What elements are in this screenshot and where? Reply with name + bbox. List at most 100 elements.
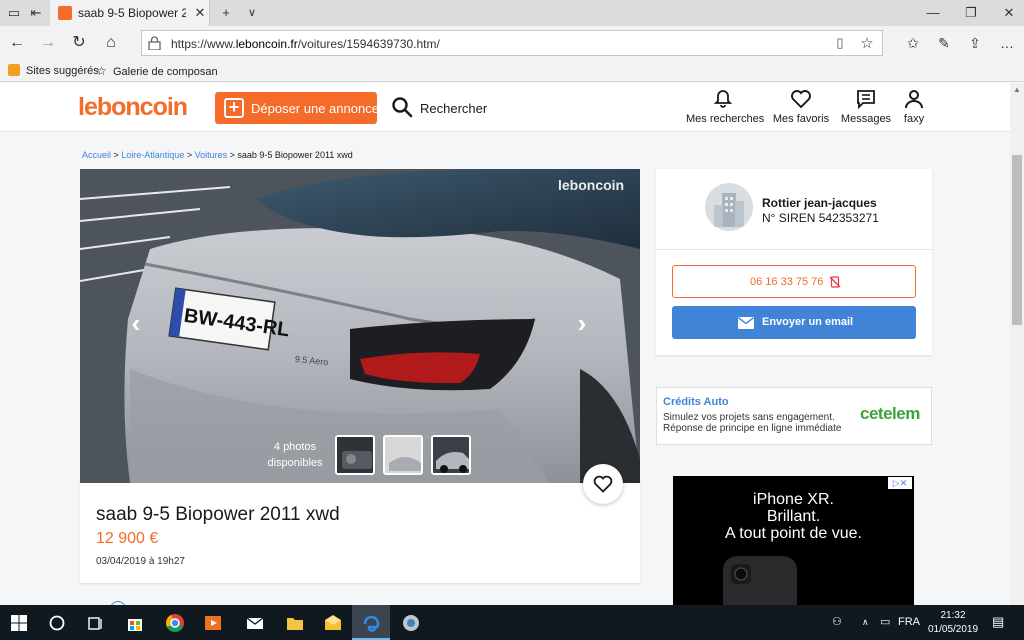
nav-account[interactable]: faxy	[898, 89, 930, 129]
action-center-icon[interactable]: ▤	[992, 614, 1004, 630]
tab-title: saab 9-5 Biopower 2011 x	[78, 6, 186, 20]
thumbnail-interior-image	[337, 437, 373, 473]
clock-date[interactable]: 01/05/2019	[928, 624, 978, 635]
folder-icon	[287, 618, 303, 630]
nav-my-favorites[interactable]: Mes favoris	[772, 89, 830, 129]
banner-text: A tout point de vue.	[725, 525, 862, 542]
photo-count[interactable]: 4 photos disponibles	[248, 439, 342, 471]
taskbar-mail[interactable]	[236, 605, 274, 640]
taskbar-media[interactable]	[194, 605, 232, 640]
share-icon[interactable]: ⇪	[964, 32, 986, 54]
show-hidden-icons-chevron-icon[interactable]: ∧	[862, 617, 869, 628]
divider	[656, 249, 932, 250]
leboncoin-logo[interactable]: leboncoin	[78, 93, 188, 122]
start-button[interactable]	[0, 605, 38, 640]
adchoices-icon[interactable]: ▷✕	[888, 477, 912, 489]
gallery-next-chevron-icon[interactable]: ›	[568, 309, 596, 337]
set-tabs-aside-icon[interactable]: ⇤	[26, 3, 46, 23]
credit-title: Crédits Auto	[663, 396, 729, 408]
nav-messages[interactable]: Messages	[840, 89, 892, 129]
heart-icon	[791, 90, 811, 109]
clock-time[interactable]: 21:32	[928, 610, 978, 621]
bell-icon	[713, 90, 733, 108]
ad-title: saab 9-5 Biopower 2011 xwd	[96, 504, 340, 525]
gallery-thumbnail[interactable]	[383, 435, 423, 475]
gallery-thumbnail[interactable]	[335, 435, 375, 475]
task-view-button[interactable]	[76, 605, 114, 640]
gallery-prev-chevron-icon[interactable]: ‹	[122, 309, 150, 337]
new-tab-icon[interactable]: +	[216, 3, 236, 23]
taskbar-outlook[interactable]	[314, 605, 352, 640]
taskbar-explorer[interactable]	[276, 605, 314, 640]
seller-name[interactable]: Rottier jean-jacques	[762, 196, 877, 210]
camera-lens-icon	[731, 564, 751, 584]
tab-list-chevron-icon[interactable]: ∨	[242, 3, 262, 23]
nav-label: faxy	[903, 113, 925, 125]
photo-gallery[interactable]: BW-443-RL 9.5 Aero leboncoin ‹ › 4 photo…	[80, 169, 640, 483]
iphone-ad-banner[interactable]: ▷✕ iPhone XR. Brillant. A tout point de …	[673, 476, 914, 605]
window-minimize-icon[interactable]: —	[918, 3, 948, 23]
cortana-circle-icon	[49, 615, 65, 631]
send-email-label: Envoyer un email	[762, 316, 854, 328]
page-scrollbar[interactable]: ▲	[1010, 83, 1024, 605]
credit-auto-card[interactable]: Crédits Auto Simulez vos projets sans en…	[656, 387, 932, 445]
favorite-suggested-sites[interactable]: Sites suggérés	[8, 64, 99, 77]
leboncoin-favicon-icon	[58, 6, 72, 20]
banner-text: Brillant.	[766, 508, 821, 525]
gallery-thumbnail[interactable]	[431, 435, 471, 475]
taskbar-edge[interactable]	[352, 605, 390, 640]
taskbar-browser[interactable]	[392, 605, 430, 640]
refresh-icon[interactable]: ↻	[68, 32, 90, 54]
cetelem-logo: cetelem	[860, 404, 920, 423]
seller-avatar[interactable]	[705, 183, 753, 231]
nav-my-searches[interactable]: Mes recherches	[686, 89, 765, 129]
browser-globe-icon	[403, 615, 419, 631]
deposit-ad-button[interactable]: + Déposer une annonce	[215, 92, 379, 124]
favorite-gallery[interactable]: ☆ Galerie de composan	[96, 64, 218, 78]
network-icon[interactable]: ▭	[880, 615, 890, 628]
heart-icon	[593, 475, 613, 493]
credit-line: Simulez vos projets sans engagement.	[663, 412, 835, 423]
ad-summary-card: saab 9-5 Biopower 2011 xwd 12 900 € 03/0…	[80, 483, 640, 583]
favorites-hub-icon[interactable]: ✩	[902, 32, 924, 54]
show-phone-button[interactable]: 06 16 33 75 76	[672, 265, 916, 298]
lock-icon	[148, 36, 161, 50]
windows-taskbar: ⚇ ∧ ▭ FRA 21:32 01/05/2019 ▤	[0, 605, 1024, 640]
url-text: https://www.leboncoin.fr/voitures/159463…	[171, 37, 440, 51]
window-restore-icon[interactable]: ❐	[956, 3, 986, 23]
add-favorite-star-icon[interactable]: ☆	[858, 34, 876, 52]
tab-close-icon[interactable]: ✕	[190, 3, 210, 23]
scroll-up-icon[interactable]: ▲	[1012, 85, 1022, 95]
people-icon[interactable]: ⚇	[832, 615, 842, 628]
nav-label: Mes recherches	[686, 113, 765, 125]
breadcrumb-region[interactable]: Loire-Atlantique	[121, 150, 184, 160]
deposit-ad-label: Déposer une annonce	[251, 101, 379, 116]
back-arrow-icon[interactable]: ←	[6, 32, 28, 54]
forward-arrow-icon[interactable]: →	[37, 32, 59, 54]
browser-toolbar: ← → ↻ ⌂ https://www.leboncoin.fr/voiture…	[0, 26, 1024, 60]
send-email-button[interactable]: Envoyer un email	[672, 306, 916, 339]
language-indicator[interactable]: FRA	[898, 616, 920, 628]
photo-count-line1: 4 photos	[273, 441, 317, 453]
breadcrumb: Accueil > Loire-Atlantique > Voitures > …	[82, 150, 353, 160]
cortana-button[interactable]	[38, 605, 76, 640]
search-icon	[392, 97, 413, 118]
pen-icon[interactable]: ✎	[933, 32, 955, 54]
reading-view-icon[interactable]: ▯	[832, 35, 848, 51]
home-icon[interactable]: ⌂	[100, 32, 122, 54]
breadcrumb-home[interactable]: Accueil	[82, 150, 111, 160]
save-favorite-button[interactable]	[583, 464, 623, 504]
more-icon[interactable]: …	[996, 32, 1018, 54]
tab-preview-icon[interactable]: ▭	[4, 3, 24, 23]
taskbar-chrome[interactable]	[156, 605, 194, 640]
building-icon	[714, 193, 744, 227]
window-close-icon[interactable]: ✕	[994, 3, 1024, 23]
page-viewport: leboncoin + Déposer une annonce Recherch…	[0, 83, 1010, 605]
nav-label: Messages	[840, 113, 892, 125]
browser-tab-active[interactable]: saab 9-5 Biopower 2011 x ✕	[50, 0, 210, 26]
address-bar[interactable]: https://www.leboncoin.fr/voitures/159463…	[141, 30, 883, 56]
taskbar-store[interactable]	[116, 605, 154, 640]
star-icon: ☆	[96, 64, 107, 78]
breadcrumb-category[interactable]: Voitures	[195, 150, 228, 160]
scrollbar-thumb[interactable]	[1012, 155, 1022, 325]
